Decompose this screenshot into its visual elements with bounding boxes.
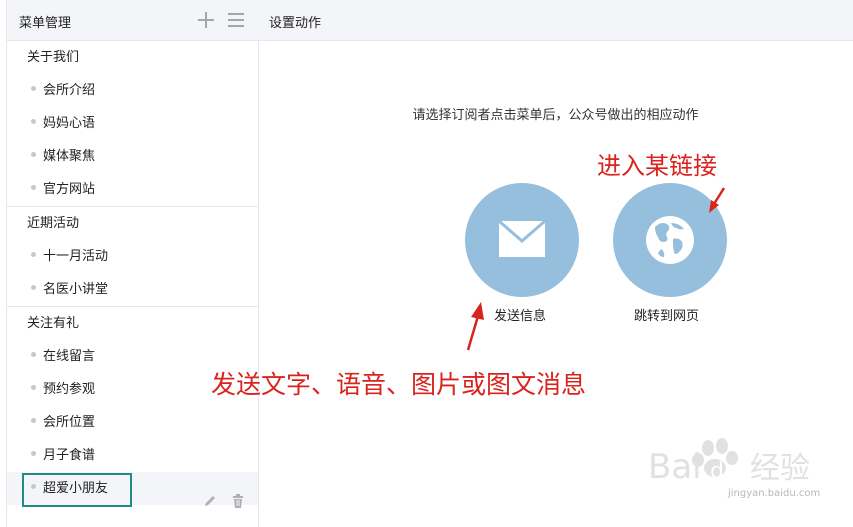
annotation-arrow-icon [466,302,484,351]
submenu-label: 妈妈心语 [43,116,96,131]
baidu-jingyan-watermark: Bai du 经验 [648,438,810,487]
submenu-label: 会所位置 [43,415,96,430]
submenu-item[interactable]: 会所位置 [7,406,258,439]
submenu-item[interactable]: 会所介绍 [7,74,258,107]
annotation-enter-link: 进入某链接 [597,152,717,180]
bullet-icon [31,185,36,190]
menu-management-title: 菜单管理 [19,16,72,31]
bullet-icon [31,285,36,290]
row-tools [194,480,246,513]
svg-text:Bai: Bai [648,447,702,487]
bullet-icon [31,252,36,257]
svg-text:du: du [710,459,738,484]
bullet-icon [31,86,36,91]
submenu-item[interactable]: 月子食谱 [7,439,258,472]
submenu-label: 会所介绍 [43,83,96,98]
submenu-item[interactable]: 妈妈心语 [7,107,258,140]
action-settings-title: 设置动作 [269,16,322,31]
send-message-label[interactable]: 发送信息 [494,305,546,324]
submenu-label: 月子食谱 [43,448,96,463]
annotation-arrow-icon [709,187,726,213]
bullet-icon [31,451,36,456]
bullet-icon [31,119,36,124]
watermark-url: jingyan.baidu.com [728,488,821,499]
submenu-label: 名医小讲堂 [43,282,109,297]
submenu-item[interactable]: 官方网站 [7,173,258,206]
sort-menu-icon[interactable] [227,11,245,29]
submenu-label: 官方网站 [43,182,96,197]
send-message-button[interactable] [465,183,579,297]
submenu-label: 在线留言 [43,349,96,364]
menu-group-events: 近期活动 十一月活动 名医小讲堂 [7,207,258,307]
submenu-item[interactable]: 媒体聚焦 [7,140,258,173]
bullet-icon [31,385,36,390]
menu-item-about-us[interactable]: 关于我们 [7,41,258,74]
bullet-icon [31,418,36,423]
action-hint-text: 请选择订阅者点击菜单后，公众号做出的相应动作 [412,108,699,123]
bullet-icon [31,152,36,157]
submenu-item[interactable]: 名医小讲堂 [7,273,258,306]
add-menu-icon[interactable] [197,11,215,29]
selected-item-highlight-box [22,473,132,507]
menu-group-about: 关于我们 会所介绍 妈妈心语 媒体聚焦 官方网站 [7,41,258,207]
menu-management-panel: 菜单管理 关于我们 会所介绍 妈妈心语 媒体聚焦 官方网站 近期活动 十一月活动… [6,0,259,527]
submenu-label: 十一月活动 [43,249,109,264]
menu-item-follow-gift[interactable]: 关注有礼 [7,307,258,340]
envelope-icon [498,219,546,257]
delete-trash-icon[interactable] [230,489,246,508]
submenu-label: 预约参观 [43,382,96,397]
annotation-send-message: 发送文字、语音、图片或图文消息 [211,370,587,399]
menu-item-recent-events[interactable]: 近期活动 [7,207,258,240]
jump-to-webpage-label[interactable]: 跳转到网页 [634,305,699,324]
edit-pencil-icon[interactable] [202,489,218,506]
svg-text:经验: 经验 [750,451,810,486]
submenu-label: 媒体聚焦 [43,149,96,164]
action-settings-header: 设置动作 [258,0,853,41]
submenu-item[interactable]: 十一月活动 [7,240,258,273]
bullet-icon [31,352,36,357]
menu-management-header: 菜单管理 [7,0,258,41]
menu-settings-screen: 菜单管理 关于我们 会所介绍 妈妈心语 媒体聚焦 官方网站 近期活动 十一月活动… [0,0,853,527]
